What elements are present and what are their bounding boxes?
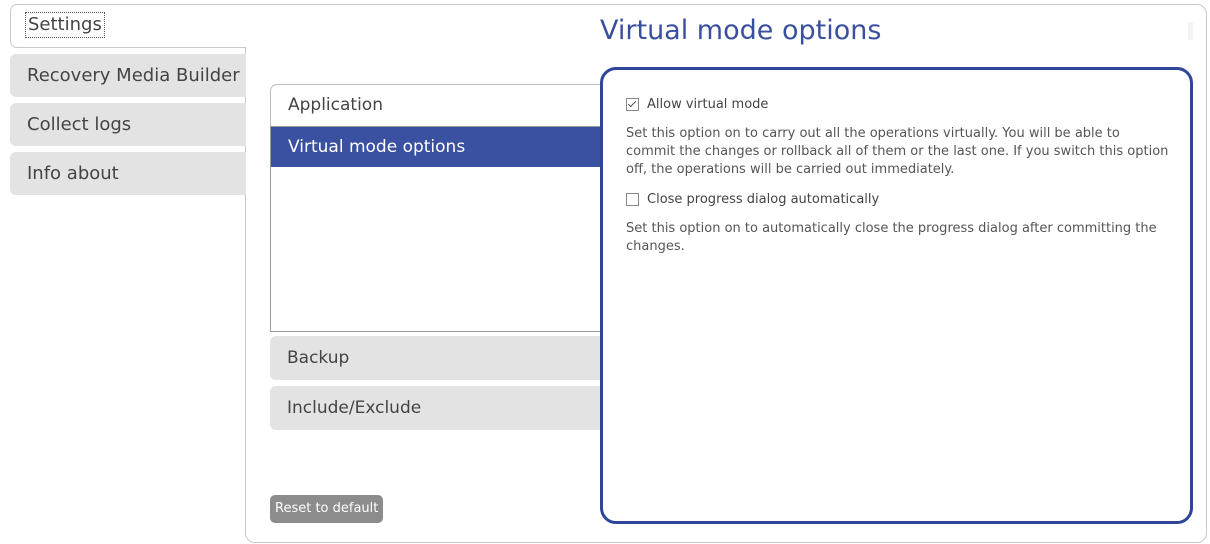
- category-backup[interactable]: Backup: [270, 336, 610, 380]
- list-item-label: Virtual mode options: [288, 137, 466, 157]
- category-list: Virtual mode options: [270, 126, 610, 332]
- tab-info-about-label: Info about: [27, 163, 119, 184]
- category-include-exclude-label: Include/Exclude: [287, 398, 422, 418]
- tab-recovery-media-builder-label: Recovery Media Builder: [27, 65, 240, 86]
- close-progress-dialog-label: Close progress dialog automatically: [647, 191, 880, 207]
- tab-settings[interactable]: Settings: [10, 4, 246, 48]
- close-progress-dialog-checkbox[interactable]: [626, 192, 639, 206]
- allow-virtual-mode-checkbox[interactable]: [626, 97, 639, 111]
- allow-virtual-mode-description: Set this option on to carry out all the …: [626, 126, 1169, 177]
- scrollbar-track: [1188, 22, 1193, 40]
- allow-virtual-mode-option[interactable]: Allow virtual mode: [626, 94, 1170, 114]
- options-panel: Allow virtual mode Set this option on to…: [600, 67, 1193, 524]
- tab-settings-label: Settings: [25, 12, 105, 38]
- category-backup-label: Backup: [287, 348, 350, 368]
- page-title: Virtual mode options: [600, 15, 882, 46]
- close-progress-dialog-description: Set this option on to automatically clos…: [626, 221, 1157, 254]
- close-progress-dialog-option[interactable]: Close progress dialog automatically: [626, 189, 1170, 209]
- reset-to-default-button[interactable]: Reset to default: [270, 495, 384, 523]
- tab-collect-logs[interactable]: Collect logs: [10, 103, 246, 146]
- list-item-virtual-mode-options[interactable]: Virtual mode options: [271, 127, 610, 167]
- category-application-label: Application: [288, 95, 383, 115]
- category-include-exclude[interactable]: Include/Exclude: [270, 386, 610, 430]
- category-application[interactable]: Application: [270, 84, 610, 126]
- settings-window: Settings Recovery Media Builder Collect …: [0, 0, 1210, 544]
- tab-collect-logs-label: Collect logs: [27, 114, 132, 135]
- allow-virtual-mode-label: Allow virtual mode: [647, 96, 769, 112]
- tab-info-about[interactable]: Info about: [10, 152, 246, 195]
- tab-recovery-media-builder[interactable]: Recovery Media Builder: [10, 54, 246, 97]
